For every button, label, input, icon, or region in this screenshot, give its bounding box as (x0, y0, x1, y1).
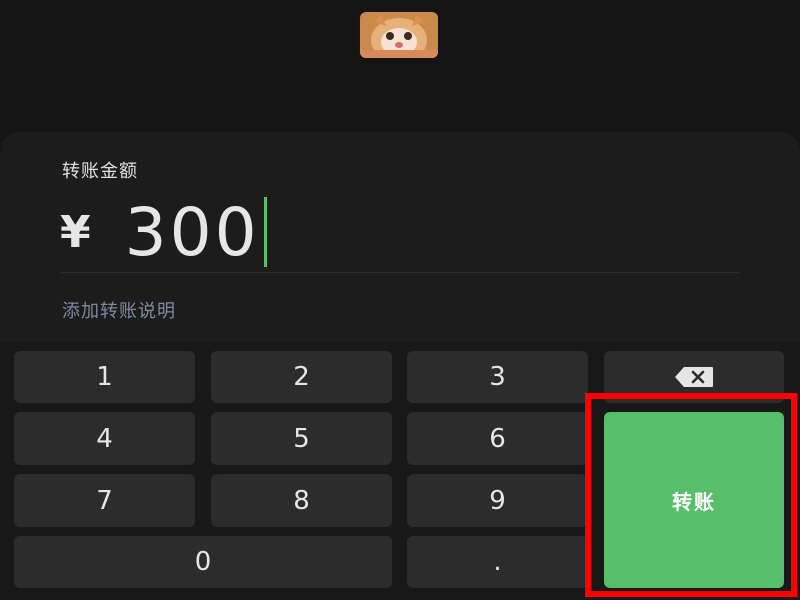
transfer-button[interactable]: 转账 (604, 412, 784, 588)
currency-symbol: ¥ (60, 206, 91, 258)
key-7[interactable]: 7 (14, 474, 195, 527)
key-4[interactable]: 4 (14, 412, 195, 465)
amount-label: 转账金额 (62, 161, 138, 182)
key-5[interactable]: 5 (211, 412, 392, 465)
key-decimal[interactable]: . (407, 536, 588, 588)
key-0[interactable]: 0 (14, 536, 392, 588)
key-2[interactable]: 2 (211, 351, 392, 403)
backspace-icon (675, 367, 713, 387)
key-3[interactable]: 3 (407, 351, 588, 403)
text-cursor (263, 197, 267, 267)
key-1[interactable]: 1 (14, 351, 195, 403)
backspace-key[interactable] (604, 351, 784, 403)
divider (60, 272, 740, 273)
amount-input[interactable]: ¥ 300 (60, 192, 267, 272)
key-6[interactable]: 6 (407, 412, 588, 465)
key-9[interactable]: 9 (407, 474, 588, 527)
key-8[interactable]: 8 (211, 474, 392, 527)
amount-value: 300 (124, 193, 260, 271)
recipient-avatar[interactable] (360, 12, 438, 58)
transfer-screen: 转账金额 ¥ 300 添加转账说明 1 2 3 4 5 6 7 8 9 0 . … (0, 0, 800, 600)
cat-photo-avatar-icon (360, 12, 438, 58)
add-transfer-note-link[interactable]: 添加转账说明 (62, 297, 176, 323)
